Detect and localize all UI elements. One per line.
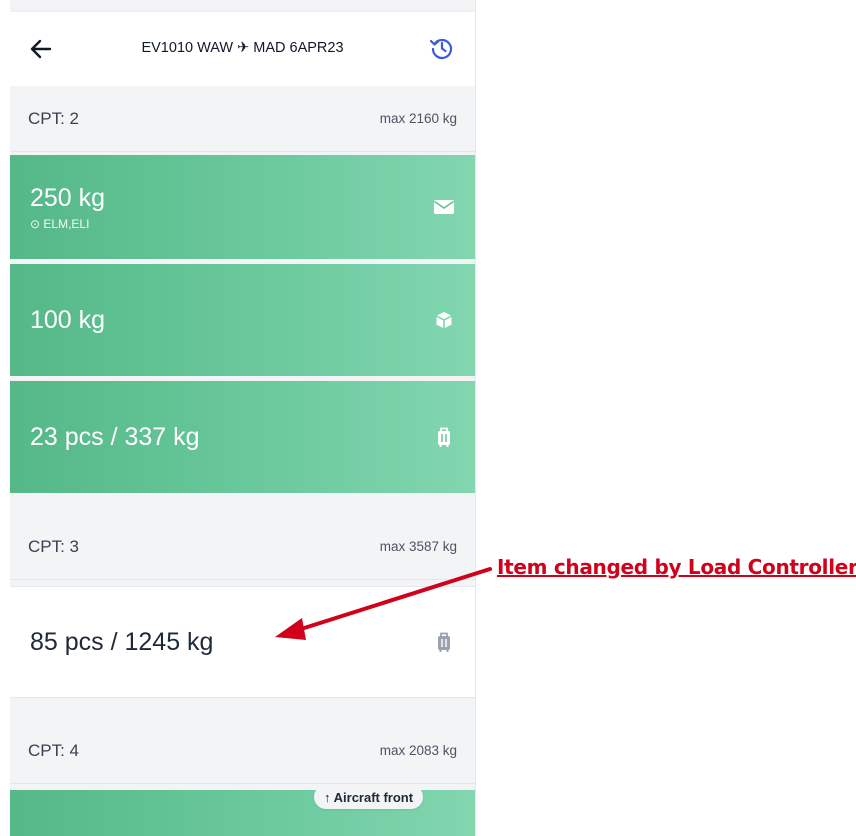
load-item-cargo[interactable]: 100 kg bbox=[10, 264, 475, 376]
compartment-max: max 3587 kg bbox=[379, 539, 457, 554]
envelope-icon bbox=[433, 196, 455, 218]
aircraft-front-badge: ↑ Aircraft front bbox=[314, 785, 424, 809]
compartment-max: max 2160 kg bbox=[379, 111, 457, 126]
flight-title: EV1010 WAW ✈ MAD 6APR23 bbox=[141, 40, 344, 56]
compartment-header-cpt3[interactable]: CPT: 3 max 3587 kg bbox=[10, 514, 475, 580]
compartment-header-cpt4[interactable]: CPT: 4 max 2083 kg bbox=[10, 718, 475, 784]
annotation-label: Item changed by Load Controller bbox=[497, 555, 856, 579]
load-item-baggage-changed[interactable]: 85 pcs / 1245 kg bbox=[10, 586, 475, 698]
load-item-baggage[interactable]: 23 pcs / 337 kg bbox=[10, 381, 475, 493]
clock-icon: ⊙ bbox=[30, 216, 41, 231]
app-header: EV1010 WAW ✈ MAD 6APR23 bbox=[10, 12, 475, 86]
history-button[interactable] bbox=[428, 34, 456, 62]
history-icon bbox=[429, 38, 453, 60]
luggage-icon bbox=[433, 426, 455, 448]
top-peek bbox=[10, 0, 475, 12]
item-weight: 23 pcs / 337 kg bbox=[30, 422, 200, 451]
item-codes: ⊙ ELM,ELI bbox=[30, 217, 105, 231]
item-codes-text: ELM,ELI bbox=[43, 216, 90, 231]
app-screen: EV1010 WAW ✈ MAD 6APR23 CPT: 2 max 2160 … bbox=[10, 0, 476, 836]
compartment-title: CPT: 4 bbox=[28, 740, 80, 760]
item-weight: 100 kg bbox=[30, 305, 106, 334]
item-weight: 85 pcs / 1245 kg bbox=[30, 627, 214, 656]
load-item-mail[interactable]: 250 kg ⊙ ELM,ELI bbox=[10, 155, 475, 259]
compartment-title: CPT: 3 bbox=[28, 536, 80, 556]
item-weight: 250 kg bbox=[30, 183, 106, 212]
compartment-header-cpt2[interactable]: CPT: 2 max 2160 kg bbox=[10, 86, 475, 152]
compartment-max: max 2083 kg bbox=[379, 743, 457, 758]
luggage-icon bbox=[433, 631, 455, 653]
box-icon bbox=[433, 309, 455, 331]
compartment-title: CPT: 2 bbox=[28, 108, 80, 128]
